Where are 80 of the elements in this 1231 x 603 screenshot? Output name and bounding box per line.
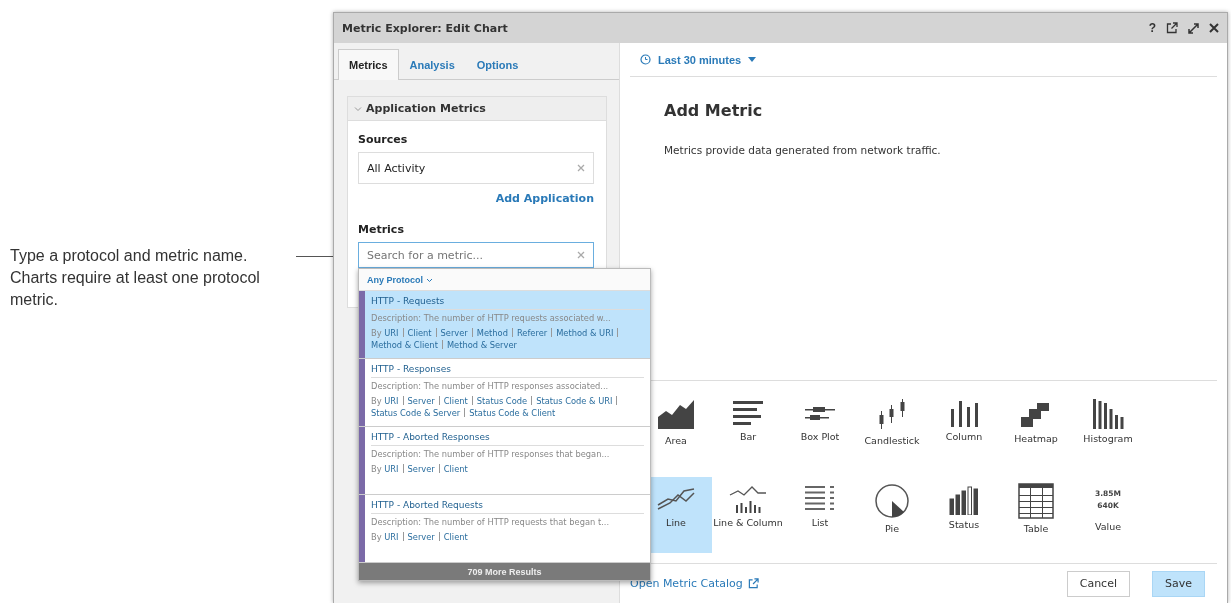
field-label: Metrics [358, 223, 405, 236]
section-header[interactable]: Application Metrics [348, 97, 606, 121]
by-label: By [371, 532, 382, 542]
metric-title: HTTP - Aborted Requests [371, 500, 644, 514]
group-by-link[interactable]: Client [443, 464, 468, 474]
chevron-icon [425, 277, 433, 283]
group-by-link[interactable]: Method & Server [446, 340, 517, 350]
by-label: By [371, 328, 382, 338]
metric-option[interactable]: HTTP - Responses Description: The number of HTTP responses associated... By URI Server Client Status Code Status Code & URI Status Code & Server Status Code & Client [359, 359, 650, 427]
help-button[interactable]: ? [1148, 21, 1156, 35]
chart-type-option[interactable]: Bar [712, 391, 784, 467]
metric-title: HTTP - Responses [371, 364, 644, 378]
metric-option[interactable]: HTTP - Aborted Requests Description: The number of HTTP requests that began t... By URI Server Client [359, 495, 650, 563]
status-chart-icon [947, 483, 981, 515]
group-by-link[interactable]: Method & URI [556, 328, 614, 338]
tab[interactable]: Options [465, 49, 530, 80]
list-icon [803, 483, 837, 513]
external-link-icon [747, 578, 759, 589]
metric-description: Description: The number of HTTP requests associated w... [371, 313, 612, 323]
chart-type-option[interactable]: Histogram [1072, 391, 1144, 467]
metric-title: HTTP - Requests [371, 296, 644, 310]
cancel-button[interactable]: Cancel [1066, 570, 1130, 597]
group-by-link[interactable]: Status Code & Client [469, 408, 556, 418]
clock-icon [640, 54, 651, 65]
group-by-link[interactable]: Status Code & Server [371, 408, 461, 418]
save-button[interactable]: Save [1152, 570, 1205, 597]
chart-type-option[interactable]: List [784, 477, 856, 553]
group-by-link[interactable]: Referer [516, 328, 548, 338]
group-by-link[interactable]: Status Code & URI [536, 396, 613, 406]
group-by-link[interactable]: Client [443, 532, 468, 542]
section-title: Application Metrics [366, 102, 486, 115]
by-label: By [371, 396, 382, 406]
tab[interactable]: Analysis [398, 49, 466, 80]
metric-description: Description: The number of HTTP responses associated... [371, 381, 610, 391]
group-by-link[interactable]: Server [407, 396, 435, 406]
group-by-link[interactable]: Method [476, 328, 508, 338]
group-by-link[interactable]: Status Code [476, 396, 528, 406]
metric-description: Description: The number of HTTP responses that began... [371, 449, 611, 459]
pie-chart-icon [874, 483, 910, 519]
group-by-link[interactable]: Server [440, 328, 468, 338]
chart-type-option[interactable]: Table [1000, 477, 1072, 553]
protocol-filter[interactable]: Any Protocol [359, 269, 650, 291]
metric-title: HTTP - Aborted Responses [371, 432, 644, 446]
group-by-link[interactable]: Method & Client [371, 340, 438, 350]
chart-type-option[interactable]: Pie [856, 477, 928, 553]
metric-option[interactable]: HTTP - Aborted Responses Description: The number of HTTP responses that began... By URI Server Client [359, 427, 650, 495]
group-by-link[interactable]: URI [384, 396, 399, 406]
annotation-text: Type a protocol and metric name. Charts require at least one protocol metric. [10, 246, 261, 310]
metric-option[interactable]: HTTP - Requests Description: The number of HTTP requests associated w... By URI Client Server Method Referer Method & URI Method & Client Method & Server [359, 291, 650, 359]
panel-description: Metrics provide data generated from network traffic. [664, 144, 942, 156]
group-by-link[interactable]: URI [384, 328, 399, 338]
chart-type-option[interactable]: Column [928, 391, 1000, 467]
field-label: Sources [358, 133, 409, 146]
histogram-icon [1091, 397, 1125, 429]
search-field[interactable]: Search for a metric... [358, 242, 594, 268]
chart-type-option[interactable]: Candlestick [856, 391, 928, 467]
by-label: By [371, 464, 382, 474]
table-icon [1018, 483, 1054, 519]
caret-icon [748, 57, 757, 62]
group-by-link[interactable]: Server [407, 532, 435, 542]
group-by-link[interactable]: Server [407, 464, 435, 474]
external-link-icon[interactable] [1166, 22, 1178, 34]
sources-field[interactable]: All Activity [358, 152, 594, 184]
window-title: Metric Explorer: Edit Chart [342, 21, 508, 35]
close-icon[interactable] [1209, 23, 1219, 33]
more-results-button[interactable]: 709 More Results [359, 563, 650, 580]
group-by-link[interactable]: URI [384, 464, 399, 474]
add-application-link[interactable]: Add Application [495, 192, 594, 205]
group-by-link[interactable]: URI [384, 532, 399, 542]
time-range-dropdown[interactable]: Last 30 minutes [640, 53, 757, 66]
chart-type-option[interactable]: Heatmap [1000, 391, 1072, 467]
chart-type-option[interactable]: Box Plot [784, 391, 856, 467]
group-by-link[interactable]: Client [407, 328, 432, 338]
chart-type-option[interactable]: Status [928, 477, 1000, 553]
chart-type-option[interactable]: Line & Column [712, 477, 784, 553]
expand-icon[interactable] [1188, 22, 1199, 34]
panel-heading: Add Metric [664, 101, 764, 120]
group-by-link[interactable]: Client [443, 396, 468, 406]
metric-description: Description: The number of HTTP requests that began t... [371, 517, 611, 527]
tab[interactable]: Metrics [338, 49, 399, 80]
